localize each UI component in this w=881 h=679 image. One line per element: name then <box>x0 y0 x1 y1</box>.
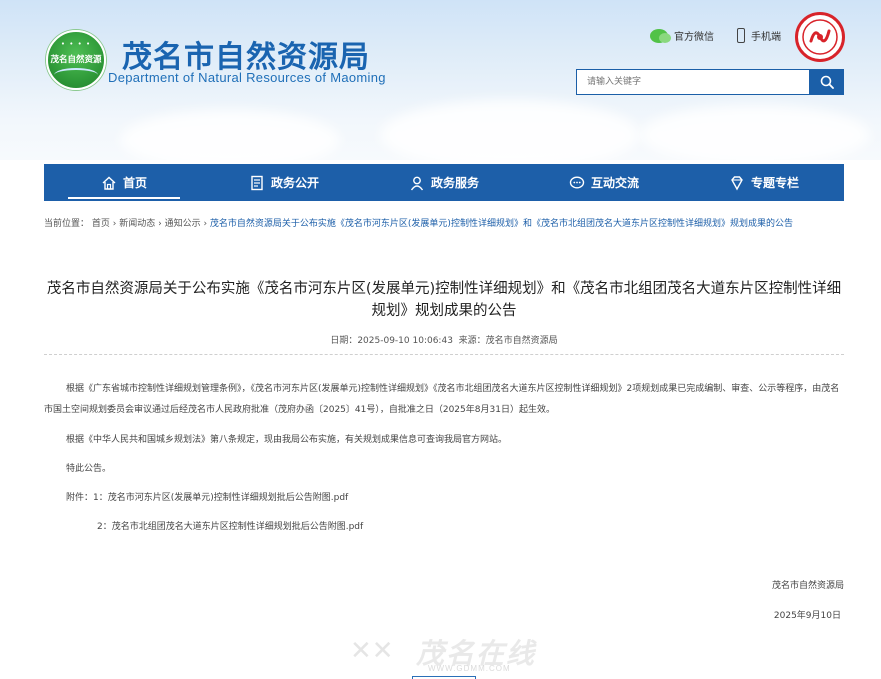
cloud-decoration <box>640 105 870 160</box>
article-paragraph: 特此公告。 <box>66 464 112 474</box>
user-service-icon <box>410 176 424 190</box>
nav-label-government-affairs: 政务公开 <box>270 176 319 190</box>
home-icon <box>102 176 116 190</box>
watermark-url: WWW.GDMM.COM <box>428 664 511 673</box>
breadcrumb-home[interactable]: 首页 <box>92 219 110 229</box>
article-paragraph: 根据《中华人民共和国城乡规划法》第八条规定，现由我局公布实施，有关规划成果信息可… <box>66 435 508 445</box>
nav-label-interaction: 互动交流 <box>590 176 639 190</box>
watermark-logo-icon: ✕✕ <box>350 636 394 666</box>
breadcrumb-separator: › <box>109 219 120 229</box>
nav-item-services[interactable]: 政务服务 <box>364 164 524 201</box>
source-label: 来源： <box>458 336 486 346</box>
sign-date: 2025年9月10日 <box>773 611 841 621</box>
breadcrumb-notices[interactable]: 通知公示 <box>165 219 201 229</box>
wechat-icon <box>650 28 671 43</box>
diamond-icon <box>731 175 743 190</box>
article-meta: 日期：2025-09-10 10:06:43 来源：茂名市自然资源局 <box>44 333 844 346</box>
search-icon <box>820 75 834 89</box>
logo-text: 茂名自然资源 <box>50 55 102 65</box>
signature: 茂名市自然资源局 <box>771 581 844 591</box>
nav-item-home[interactable]: 首页 <box>44 164 204 201</box>
cloud-decoration <box>380 100 640 160</box>
article-source: 茂名市自然资源局 <box>485 336 558 346</box>
logo-wave <box>54 68 98 82</box>
nav-label-home: 首页 <box>122 176 147 190</box>
nav-label-services: 政务服务 <box>430 176 479 190</box>
logo-dots: • • • • <box>60 40 92 48</box>
article-paragraph: 根据《广东省城市控制性详细规划管理条例》，《茂名市河东片区(发展单元)控制性详细… <box>44 384 840 415</box>
wechat-link[interactable]: 官方微信 <box>650 28 714 43</box>
search-input[interactable] <box>576 69 809 95</box>
mobile-label: 手机端 <box>751 32 781 43</box>
breadcrumb-prefix: 当前位置： <box>44 219 90 229</box>
wechat-label: 官方微信 <box>674 32 714 43</box>
nav-item-interaction[interactable]: 互动交流 <box>524 164 684 201</box>
divider <box>44 354 844 355</box>
attachment-label: 附件： <box>66 493 94 503</box>
nav-label-special-topics: 专题专栏 <box>750 176 799 190</box>
chat-icon <box>569 175 585 189</box>
nav-item-special-topics[interactable]: 专题专栏 <box>684 164 844 201</box>
attachment-link[interactable]: 1：茂名市河东片区(发展单元)控制性详细规划批后公告附图.pdf <box>93 493 348 503</box>
article-title: 茂名市自然资源局关于公布实施《茂名市河东片区(发展单元)控制性详细规划》和《茂名… <box>46 281 842 319</box>
mobile-link[interactable]: 手机端 <box>737 28 781 43</box>
breadcrumb-news[interactable]: 新闻动态 <box>119 219 155 229</box>
watermark: ✕✕ 茂名在线 WWW.GDMM.COM <box>346 628 546 674</box>
site-logo[interactable]: • • • • 茂名自然资源 <box>46 30 106 90</box>
nav-item-government-affairs[interactable]: 政务公开 <box>204 164 364 201</box>
main-nav: 首页 政务公开 政务服务 互动交流 专题专栏 <box>44 164 844 201</box>
date-label: 日期： <box>330 336 358 346</box>
site-subtitle: Department of Natural Resources of Maomi… <box>108 70 386 85</box>
attachment-row: 附件：1：茂名市河东片区(发展单元)控制性详细规划批后公告附图.pdf <box>66 488 348 509</box>
emblem-badge[interactable] <box>795 12 845 62</box>
breadcrumb: 当前位置： 首页 › 新闻动态 › 通知公示 › 茂名市自然资源局关于公布实施《… <box>44 214 844 234</box>
mobile-phone-icon <box>737 28 745 43</box>
site-header: • • • • 茂名自然资源 茂名市自然资源局 Department of Na… <box>0 0 881 160</box>
search-bar <box>576 69 844 95</box>
breadcrumb-separator: › <box>155 219 165 229</box>
document-icon <box>251 175 263 190</box>
search-button[interactable] <box>809 69 844 95</box>
emblem-icon <box>802 19 838 55</box>
breadcrumb-separator: › <box>200 219 210 229</box>
cloud-decoration <box>120 110 340 160</box>
article-date: 2025-09-10 10:06:43 <box>357 336 453 346</box>
attachment-link[interactable]: 2：茂名市北组团茂名大道东片区控制性详细规划批后公告附图.pdf <box>97 517 363 538</box>
breadcrumb-current[interactable]: 茂名市自然资源局关于公布实施《茂名市河东片区(发展单元)控制性详细规划》和《茂名… <box>210 219 793 229</box>
